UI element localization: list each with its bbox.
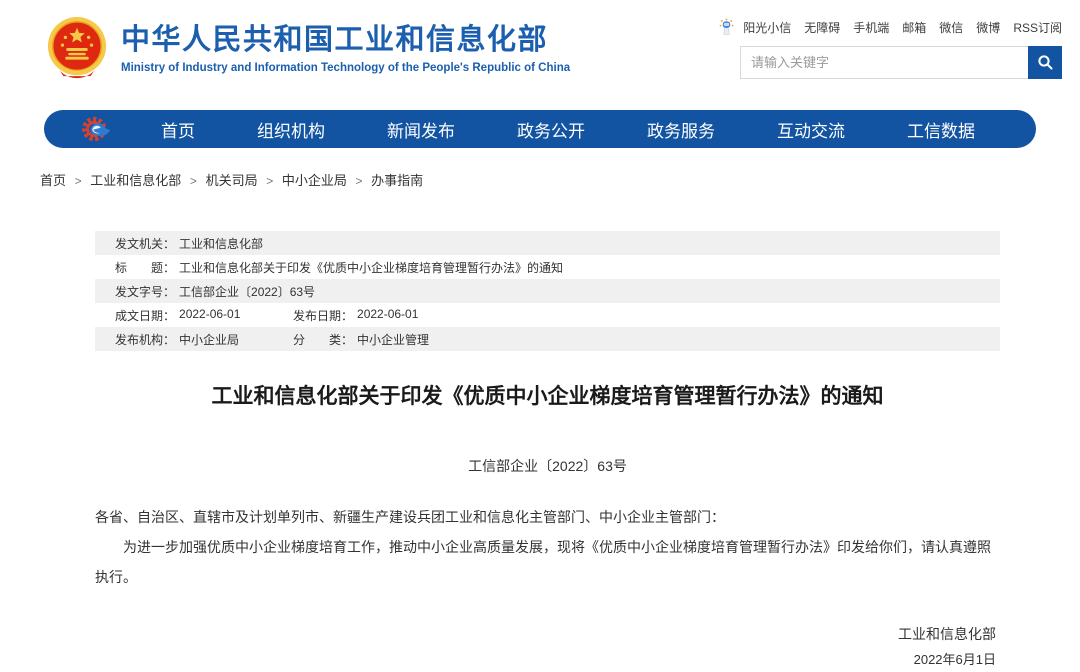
miit-gear-logo-icon: [82, 114, 112, 144]
breadcrumb-home[interactable]: 首页: [40, 173, 66, 188]
breadcrumb-separator: >: [266, 174, 273, 188]
meta-row-title: 标 题： 工业和信息化部关于印发《优质中小企业梯度培育管理暂行办法》的通知: [95, 255, 1000, 279]
breadcrumb-separator: >: [75, 174, 82, 188]
search-input[interactable]: [741, 47, 1028, 78]
utility-links: 阳光小信 无障碍 手机端 邮箱 微信 微博 RSS订阅: [719, 18, 1062, 36]
utility-link-sunshine-xiaoxin[interactable]: 阳光小信: [743, 19, 791, 36]
meta-label: 发布日期：: [293, 307, 353, 324]
meta-label: 发文字号：: [115, 283, 175, 300]
meta-cell: 发布日期： 2022-06-01: [293, 307, 418, 324]
breadcrumb-departments[interactable]: 机关司局: [206, 173, 258, 188]
nav-item-gov-disclosure[interactable]: 政务公开: [517, 117, 585, 142]
meta-value: 2022-06-01: [179, 307, 240, 324]
nav-item-interaction[interactable]: 互动交流: [777, 117, 845, 142]
site-subtitle: Ministry of Industry and Information Tec…: [121, 62, 570, 74]
breadcrumb: 首页 > 工业和信息化部 > 机关司局 > 中小企业局 > 办事指南: [40, 170, 1040, 189]
sunshine-xiaoxin-mascot-icon: [719, 18, 734, 36]
meta-label: 成文日期：: [115, 307, 175, 324]
site-title-block: 中华人民共和国工业和信息化部 Ministry of Industry and …: [121, 24, 570, 74]
nav-item-gov-services[interactable]: 政务服务: [647, 117, 715, 142]
main-navbar: 首页 组织机构 新闻发布 政务公开 政务服务 互动交流 工信数据: [44, 110, 1036, 148]
document-number: 工信部企业〔2022〕63号: [95, 456, 1000, 476]
breadcrumb-separator: >: [190, 174, 197, 188]
nav-item-news[interactable]: 新闻发布: [387, 117, 455, 142]
meta-label: 发布机构：: [115, 331, 175, 348]
meta-cell: 发文机关： 工业和信息化部: [115, 235, 263, 252]
meta-cell: 成文日期： 2022-06-01: [115, 307, 293, 324]
meta-value: 工信部企业〔2022〕63号: [179, 283, 315, 300]
meta-value: 2022-06-01: [357, 307, 418, 324]
search-icon: [1037, 54, 1054, 71]
nav-items: 首页 组织机构 新闻发布 政务公开 政务服务 互动交流 工信数据: [130, 117, 1006, 142]
utility-link-rss[interactable]: RSS订阅: [1013, 19, 1062, 36]
document-signature: 工业和信息化部 2022年6月1日: [95, 622, 1000, 672]
utility-link-wechat[interactable]: 微信: [939, 19, 963, 36]
meta-value: 中小企业管理: [357, 331, 429, 348]
meta-row-dates: 成文日期： 2022-06-01 发布日期： 2022-06-01: [95, 303, 1000, 327]
document-salutation: 各省、自治区、直辖市及计划单列市、新疆生产建设兵团工业和信息化主管部门、中小企业…: [95, 502, 1000, 532]
nav-item-home[interactable]: 首页: [161, 117, 195, 142]
meta-value: 工业和信息化部: [179, 235, 263, 252]
site-header: 中华人民共和国工业和信息化部 Ministry of Industry and …: [0, 0, 1080, 104]
document-content: 发文机关： 工业和信息化部 标 题： 工业和信息化部关于印发《优质中小企业梯度培…: [95, 231, 1000, 672]
meta-label: 分 类：: [293, 331, 353, 348]
nav-item-organization[interactable]: 组织机构: [257, 117, 325, 142]
breadcrumb-sme-bureau[interactable]: 中小企业局: [282, 173, 347, 188]
meta-label: 标 题：: [115, 259, 175, 276]
meta-row-doc-number: 发文字号： 工信部企业〔2022〕63号: [95, 279, 1000, 303]
meta-value: 中小企业局: [179, 331, 239, 348]
document-body: 各省、自治区、直辖市及计划单列市、新疆生产建设兵团工业和信息化主管部门、中小企业…: [95, 502, 1000, 592]
utility-link-accessibility[interactable]: 无障碍: [804, 19, 840, 36]
header-utilities: 阳光小信 无障碍 手机端 邮箱 微信 微博 RSS订阅: [719, 16, 1066, 79]
document-meta-table: 发文机关： 工业和信息化部 标 题： 工业和信息化部关于印发《优质中小企业梯度培…: [95, 231, 1000, 351]
meta-cell: 标 题： 工业和信息化部关于印发《优质中小企业梯度培育管理暂行办法》的通知: [115, 259, 563, 276]
site-search: [740, 46, 1062, 79]
meta-cell: 发文字号： 工信部企业〔2022〕63号: [115, 283, 315, 300]
meta-row-org-category: 发布机构： 中小企业局 分 类： 中小企业管理: [95, 327, 1000, 351]
signature-org: 工业和信息化部: [95, 622, 996, 647]
meta-value: 工业和信息化部关于印发《优质中小企业梯度培育管理暂行办法》的通知: [179, 259, 563, 276]
meta-cell: 发布机构： 中小企业局: [115, 331, 293, 348]
site-title: 中华人民共和国工业和信息化部: [121, 24, 570, 57]
breadcrumb-service-guide[interactable]: 办事指南: [371, 173, 423, 188]
nav-item-miit-data[interactable]: 工信数据: [907, 117, 975, 142]
meta-row-issuing-authority: 发文机关： 工业和信息化部: [95, 231, 1000, 255]
miit-homepage: 中华人民共和国工业和信息化部 Ministry of Industry and …: [0, 0, 1080, 636]
document-paragraph: 为进一步加强优质中小企业梯度培育工作，推动中小企业高质量发展，现将《优质中小企业…: [95, 532, 1000, 592]
site-brand: 中华人民共和国工业和信息化部 Ministry of Industry and …: [46, 16, 570, 82]
utility-link-mobile[interactable]: 手机端: [853, 19, 889, 36]
national-emblem-logo: [46, 16, 108, 82]
utility-link-mail[interactable]: 邮箱: [902, 19, 926, 36]
document-title: 工业和信息化部关于印发《优质中小企业梯度培育管理暂行办法》的通知: [95, 383, 1000, 410]
search-button[interactable]: [1028, 46, 1062, 79]
breadcrumb-separator: >: [355, 174, 362, 188]
meta-cell: 分 类： 中小企业管理: [293, 331, 429, 348]
meta-label: 发文机关：: [115, 235, 175, 252]
signature-date: 2022年6月1日: [95, 647, 996, 672]
utility-link-weibo[interactable]: 微博: [976, 19, 1000, 36]
breadcrumb-miit[interactable]: 工业和信息化部: [90, 173, 181, 188]
